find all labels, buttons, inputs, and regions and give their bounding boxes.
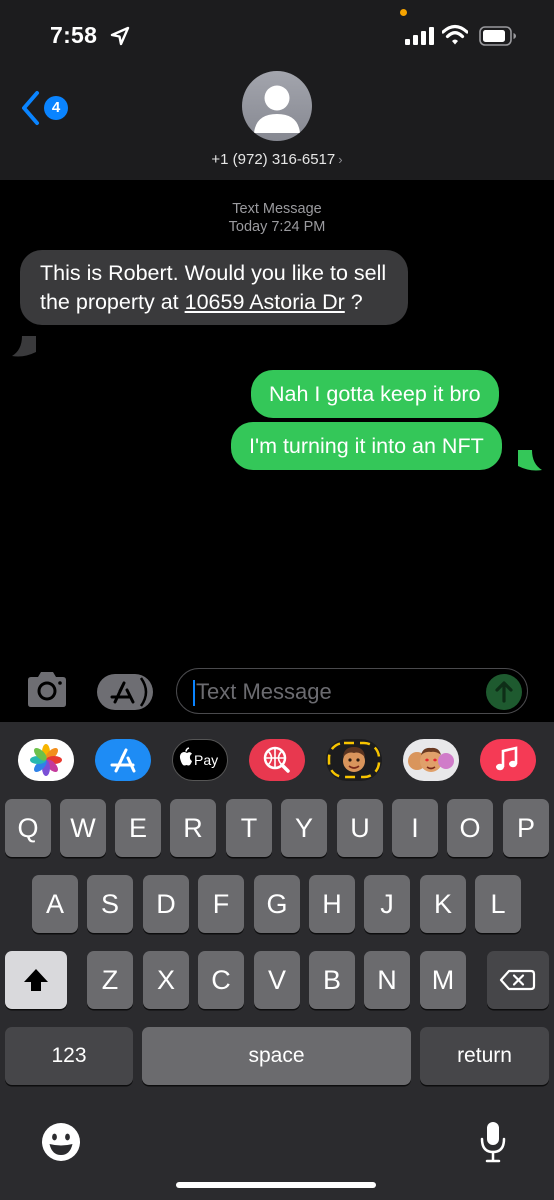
privacy-indicator-dot [400,9,407,16]
key-y[interactable]: Y [281,799,327,857]
key-d[interactable]: D [143,875,189,933]
shift-key[interactable] [5,951,67,1009]
memoji-stickers-icon [408,747,454,772]
key-k[interactable]: K [420,875,466,933]
key-r[interactable]: R [170,799,216,857]
microphone-icon[interactable] [478,1120,508,1164]
incoming-message-bubble[interactable]: This is Robert. Would you like to sell t… [20,250,408,325]
key-j[interactable]: J [364,875,410,933]
key-b[interactable]: B [309,951,355,1009]
photos-app-button[interactable] [18,739,74,781]
bubble-tail [12,336,36,357]
message-input-placeholder: Text Message [196,679,332,704]
key-m[interactable]: M [420,951,466,1009]
contact-phone-number: +1 (972) 316-6517 [211,151,336,168]
music-app-button[interactable] [480,739,536,781]
music-icon [496,746,518,771]
address-link[interactable]: 10659 Astoria Dr [185,290,345,314]
key-l[interactable]: L [475,875,521,933]
person-silhouette-icon [254,85,300,133]
app-store-icon [110,748,136,773]
key-a[interactable]: A [32,875,78,933]
outgoing-message-bubble[interactable]: Nah I gotta keep it bro [251,370,499,418]
location-arrow-icon [110,26,130,46]
app-store-app-button[interactable] [95,739,151,781]
memoji-icon [327,741,381,779]
shift-arrow-icon [24,969,48,991]
web-images-app-button[interactable] [249,739,305,781]
contact-name-button[interactable]: +1 (972) 316-6517 › [0,151,554,168]
home-indicator[interactable] [176,1182,376,1188]
arrow-up-icon [495,681,513,703]
key-i[interactable]: I [392,799,438,857]
bubble-tail [518,450,542,471]
key-u[interactable]: U [337,799,383,857]
key-n[interactable]: N [364,951,410,1009]
key-e[interactable]: E [115,799,161,857]
key-h[interactable]: H [309,875,355,933]
back-button[interactable]: 4 [20,88,74,128]
cellular-signal-icon [405,27,434,45]
text-cursor [193,680,195,706]
key-v[interactable]: V [254,951,300,1009]
contact-avatar[interactable] [242,71,312,141]
key-s[interactable]: S [87,875,133,933]
chevron-left-icon [22,91,39,125]
key-z[interactable]: Z [87,951,133,1009]
battery-icon [479,26,516,46]
send-button[interactable] [486,674,522,710]
emoji-icon[interactable] [40,1121,82,1163]
key-w[interactable]: W [60,799,106,857]
chevron-right-icon: › [338,152,343,167]
key-x[interactable]: X [143,951,189,1009]
return-key[interactable]: return [420,1027,549,1085]
key-g[interactable]: G [254,875,300,933]
key-t[interactable]: T [226,799,272,857]
memoji-app-button[interactable] [326,739,382,781]
key-o[interactable]: O [447,799,493,857]
conversation-timestamp: Text Message Today 7:24 PM [0,200,554,236]
key-p[interactable]: P [503,799,549,857]
service-label: Text Message [232,201,322,217]
delete-key[interactable] [487,951,549,1009]
app-store-button[interactable] [97,674,153,710]
apple-pay-button[interactable]: Pay [172,739,228,781]
backspace-icon [499,969,536,991]
message-text: I'm turning it into an NFT [249,434,484,458]
app-store-icon [110,677,148,707]
wifi-icon [442,24,468,45]
web-images-icon [263,746,290,773]
key-q[interactable]: Q [5,799,51,857]
status-time: 7:58 [50,22,98,48]
message-text: Nah I gotta keep it bro [269,382,481,406]
photos-icon [30,744,62,776]
unread-count-badge: 4 [44,96,68,120]
apple-pay-label: Pay [194,752,218,768]
message-text: ? [344,290,363,314]
numbers-key[interactable]: 123 [5,1027,133,1085]
space-key[interactable]: space [142,1027,411,1085]
memoji-stickers-app-button[interactable] [403,739,459,781]
key-c[interactable]: C [198,951,244,1009]
key-f[interactable]: F [198,875,244,933]
camera-icon[interactable] [24,670,70,710]
outgoing-message-bubble[interactable]: I'm turning it into an NFT [231,422,502,470]
timestamp-label: Today 7:24 PM [228,219,326,235]
apple-pay-icon: Pay [179,747,218,768]
